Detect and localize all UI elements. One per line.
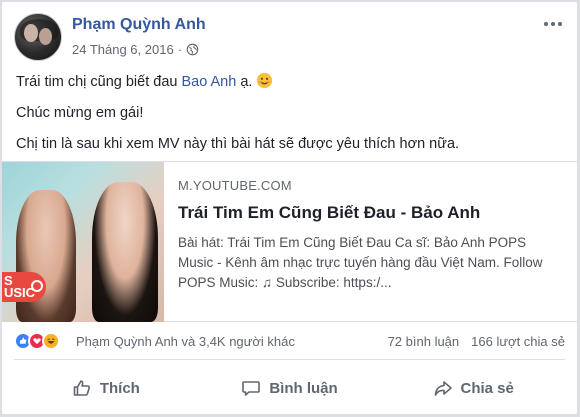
preview-domain: M.YOUTUBE.COM bbox=[178, 178, 292, 193]
post-line-1: Trái tim chị cũng biết đau Bao Anh ạ. bbox=[16, 72, 565, 91]
preview-text: M.YOUTUBE.COM Trái Tim Em Cũng Biết Đau … bbox=[178, 178, 563, 293]
comment-count[interactable]: 72 bình luận bbox=[388, 334, 460, 349]
pops-music-logo: S USIC bbox=[2, 272, 46, 302]
avatar[interactable] bbox=[14, 13, 62, 61]
haha-reaction-icon bbox=[42, 332, 60, 350]
reaction-icons[interactable] bbox=[14, 332, 72, 350]
comment-button[interactable]: Bình luận bbox=[198, 368, 382, 408]
engagement-counts: 72 bình luận 166 lượt chia sẻ bbox=[388, 334, 565, 349]
post-text: Trái tim chị cũng biết đau Bao Anh ạ. Ch… bbox=[16, 72, 565, 166]
action-bar: Thích Bình luận Chia sẻ bbox=[14, 368, 565, 408]
post-date[interactable]: 24 Tháng 6, 2016 bbox=[72, 42, 174, 57]
more-options-icon[interactable] bbox=[541, 15, 565, 33]
post-line-2: Chúc mừng em gái! bbox=[16, 105, 144, 121]
globe-icon[interactable] bbox=[186, 43, 199, 56]
reactions-bar: Phạm Quỳnh Anh và 3,4K người khác 72 bìn… bbox=[14, 330, 565, 352]
author-name[interactable]: Phạm Quỳnh Anh bbox=[72, 16, 206, 34]
post-header: Phạm Quỳnh Anh 24 Tháng 6, 2016 · bbox=[14, 13, 565, 67]
actions-divider bbox=[14, 359, 565, 360]
share-icon bbox=[434, 381, 452, 396]
share-button[interactable]: Chia sẻ bbox=[381, 368, 565, 408]
post-card: Phạm Quỳnh Anh 24 Tháng 6, 2016 · Trái t… bbox=[1, 1, 578, 415]
preview-description: Bài hát: Trái Tim Em Cũng Biết Đau Ca sĩ… bbox=[178, 235, 543, 290]
smile-emoji-icon bbox=[257, 72, 273, 89]
post-meta: 24 Tháng 6, 2016 · bbox=[72, 42, 199, 57]
link-preview[interactable]: S USIC M.YOUTUBE.COM Trái Tim Em Cũng Biế… bbox=[2, 161, 577, 322]
thumbs-up-icon bbox=[73, 380, 90, 396]
share-count[interactable]: 166 lượt chia sẻ bbox=[471, 334, 565, 349]
comment-icon bbox=[242, 381, 261, 396]
video-thumbnail[interactable]: S USIC bbox=[2, 162, 164, 322]
preview-title[interactable]: Trái Tim Em Cũng Biết Đau - Bảo Anh bbox=[178, 203, 563, 223]
post-line-3: Chị tin là sau khi xem MV này thì bài há… bbox=[16, 136, 460, 152]
reaction-names[interactable]: Phạm Quỳnh Anh và 3,4K người khác bbox=[76, 334, 295, 349]
mention-link[interactable]: Bao Anh bbox=[181, 74, 236, 90]
like-button[interactable]: Thích bbox=[14, 368, 198, 408]
